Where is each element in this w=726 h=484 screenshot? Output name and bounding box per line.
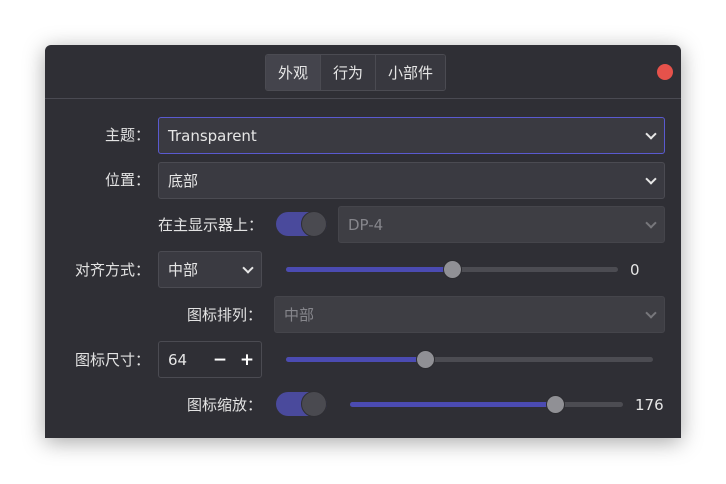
icon-size-slider[interactable] <box>286 349 653 369</box>
slider-fill <box>350 402 555 407</box>
icon-size-input[interactable]: 64 <box>168 350 187 370</box>
display-select: DP-4 <box>338 206 665 243</box>
slider-fill <box>286 357 426 362</box>
theme-value: Transparent <box>168 126 257 145</box>
icon-arrangement-label: 图标排列： <box>186 306 262 324</box>
alignment-value: 中部 <box>168 261 199 279</box>
close-icon[interactable] <box>657 64 673 80</box>
theme-select[interactable]: Transparent <box>158 117 665 154</box>
icon-arrangement-value: 中部 <box>284 306 315 324</box>
header: 外观 行为 小部件 <box>45 45 681 99</box>
tab-widgets[interactable]: 小部件 <box>376 55 446 90</box>
tab-behavior[interactable]: 行为 <box>321 55 377 90</box>
position-label: 位置： <box>104 171 150 189</box>
display-value: DP-4 <box>348 215 384 234</box>
alignment-offset-value: 0 <box>630 261 640 279</box>
position-value: 底部 <box>168 172 199 190</box>
toggle-knob <box>301 391 327 417</box>
slider-thumb[interactable] <box>545 395 565 414</box>
icon-zoom-label: 图标缩放： <box>186 396 262 414</box>
tab-appearance[interactable]: 外观 <box>266 55 322 90</box>
slider-thumb[interactable] <box>416 350 436 369</box>
tab-bar: 外观 行为 小部件 <box>265 54 447 91</box>
icon-arrangement-select: 中部 <box>274 296 665 333</box>
chevron-down-icon <box>242 261 254 274</box>
primary-display-label: 在主显示器上： <box>157 216 263 234</box>
chevron-down-icon <box>645 172 657 185</box>
icon-zoom-toggle[interactable] <box>276 391 327 417</box>
icon-zoom-slider[interactable] <box>350 394 623 414</box>
dock-settings-window: 外观 行为 小部件 主题： Transparent 位置： 底部 在主显示器上：… <box>45 45 681 438</box>
increment-button[interactable]: + <box>237 349 257 371</box>
chevron-down-icon <box>645 127 657 140</box>
slider-fill <box>286 267 452 272</box>
alignment-select[interactable]: 中部 <box>158 251 262 288</box>
chevron-down-icon <box>645 216 657 229</box>
alignment-offset-slider[interactable] <box>286 259 618 279</box>
icon-size-stepper: 64 − + <box>158 341 262 378</box>
decrement-button[interactable]: − <box>210 349 230 371</box>
toggle-knob <box>301 211 327 237</box>
position-select[interactable]: 底部 <box>158 162 665 199</box>
theme-label: 主题： <box>104 126 150 144</box>
icon-size-label: 图标尺寸： <box>74 351 150 369</box>
alignment-label: 对齐方式： <box>74 261 150 279</box>
icon-zoom-value: 176 <box>635 396 664 414</box>
chevron-down-icon <box>645 306 657 319</box>
primary-display-toggle[interactable] <box>276 211 327 237</box>
slider-thumb[interactable] <box>443 260 462 279</box>
